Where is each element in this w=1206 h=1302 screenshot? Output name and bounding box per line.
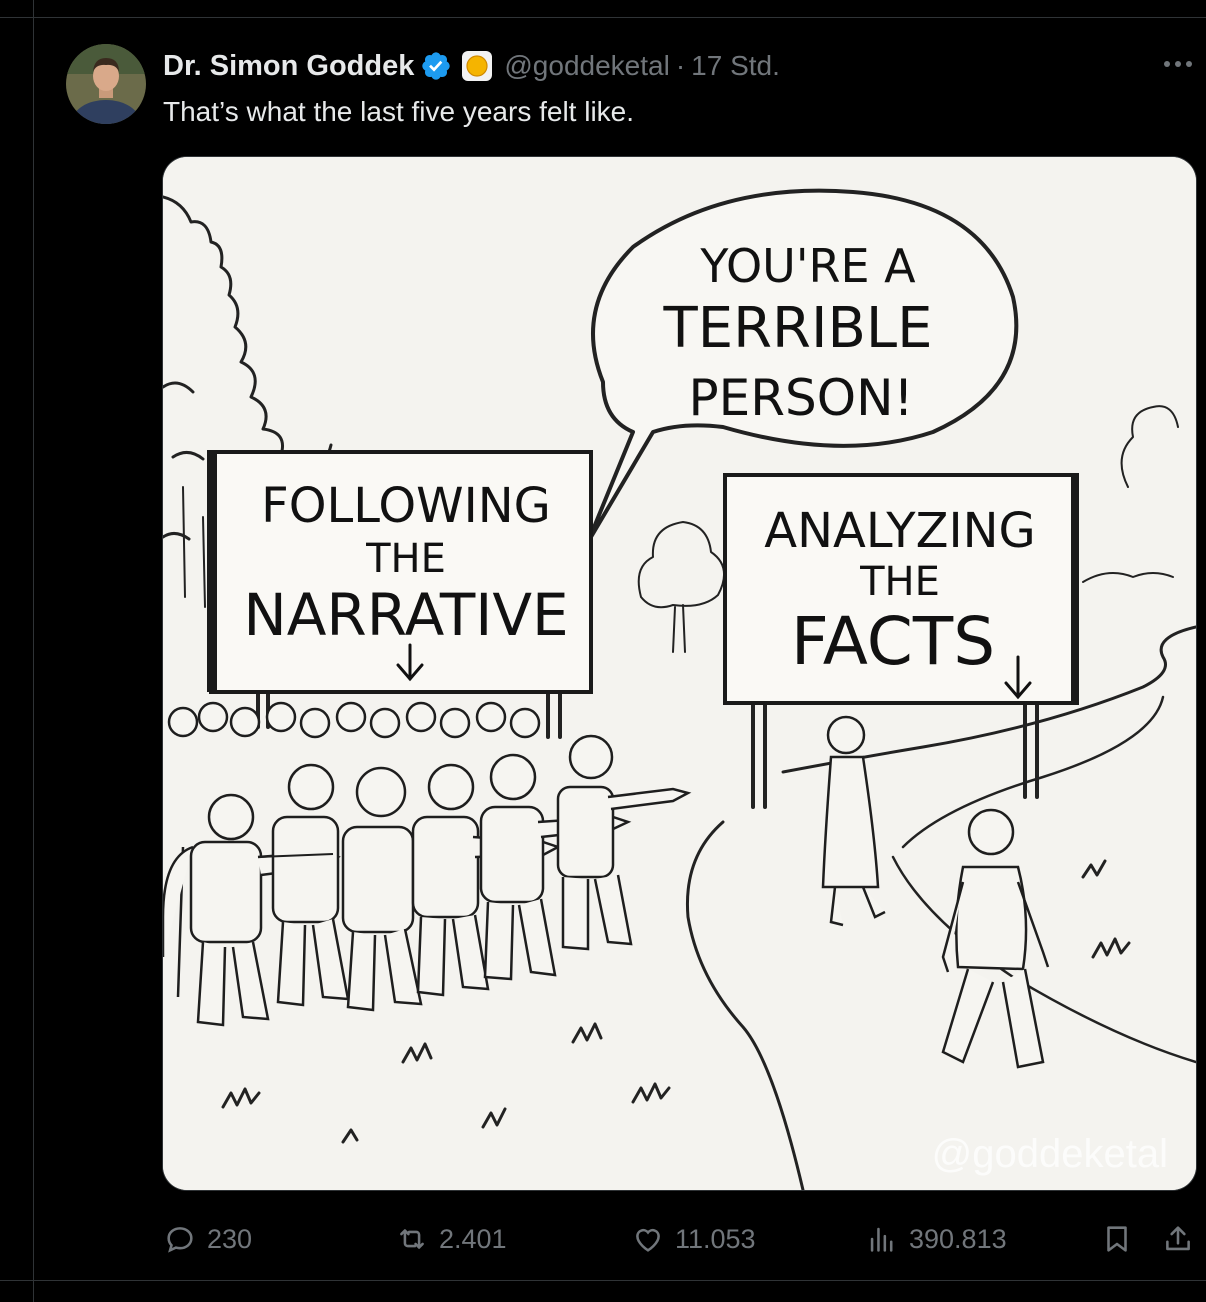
like-count: 11.053 <box>675 1223 756 1254</box>
bubble-line-3: PERSON! <box>688 369 913 427</box>
divider-bottom <box>0 1280 1206 1281</box>
image-watermark: @goddeketal <box>932 1132 1168 1176</box>
affiliation-badge-icon[interactable] <box>462 51 493 81</box>
tweet-timestamp[interactable]: 17 Std. <box>691 50 780 82</box>
reply-icon <box>167 1227 193 1253</box>
right-sign-line-1: ANALYZING <box>764 503 1035 559</box>
repost-icon <box>400 1229 424 1249</box>
cartoon-illustration: YOU'RE A TERRIBLE PERSON! FOLLOWING THE … <box>163 157 1196 1190</box>
left-sign-line-2: THE <box>365 536 446 582</box>
reply-button[interactable]: 230 <box>163 1215 252 1263</box>
author-handle[interactable]: @goddeketal <box>504 50 669 82</box>
share-button[interactable] <box>1161 1215 1195 1263</box>
share-icon <box>1166 1226 1190 1251</box>
reply-count: 230 <box>207 1223 253 1254</box>
author-avatar[interactable] <box>66 44 146 124</box>
views-button[interactable]: 390.813 <box>865 1215 1007 1263</box>
bookmark-button[interactable] <box>1100 1215 1134 1263</box>
repost-button[interactable]: 2.401 <box>395 1215 507 1263</box>
like-button[interactable]: 11.053 <box>631 1215 756 1263</box>
tweet-action-bar: 230 2.401 11.053 390.813 <box>163 1215 1203 1263</box>
bubble-line-1: YOU'RE A <box>699 239 916 293</box>
author-name[interactable]: Dr. Simon Goddek <box>163 50 414 83</box>
more-options-icon[interactable] <box>1160 52 1196 76</box>
bubble-line-2: TERRIBLE <box>663 296 933 361</box>
verified-badge-icon[interactable] <box>420 50 452 82</box>
left-sign-line-3: NARRATIVE <box>243 581 568 649</box>
tweet-image[interactable]: YOU'RE A TERRIBLE PERSON! FOLLOWING THE … <box>163 157 1196 1190</box>
bookmark-icon <box>1107 1226 1127 1252</box>
tweet-text: That’s what the last five years felt lik… <box>163 96 635 127</box>
like-icon <box>636 1228 660 1252</box>
left-sign-line-1: FOLLOWING <box>261 478 551 534</box>
right-sign-line-2: THE <box>859 559 940 605</box>
tweet-header: Dr. Simon Goddek @goddeketal · 17 Std. <box>163 46 780 86</box>
views-count: 390.813 <box>909 1223 1007 1254</box>
separator-dot: · <box>675 50 686 81</box>
right-sign-line-3: FACTS <box>791 603 995 680</box>
column-border <box>33 0 34 1302</box>
views-icon <box>870 1227 893 1252</box>
divider-top <box>0 17 1206 18</box>
repost-count: 2.401 <box>439 1223 507 1254</box>
